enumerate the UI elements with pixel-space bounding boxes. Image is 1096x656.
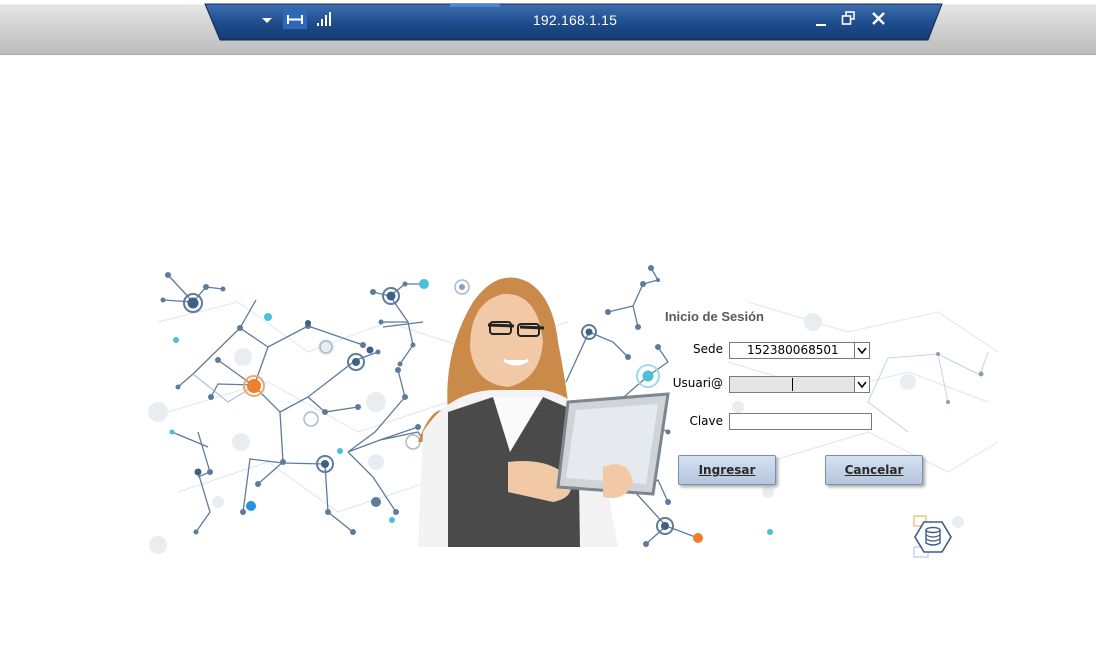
minimize-icon[interactable] xyxy=(814,9,830,29)
login-title: Inicio de Sesión xyxy=(665,309,764,324)
connection-bar: 192.168.1.15 xyxy=(0,0,1096,42)
sede-label: Sede xyxy=(693,342,723,356)
ingresar-button-label: Ingresar xyxy=(698,463,756,477)
sede-value: 152380068501 xyxy=(747,343,839,357)
restore-icon[interactable] xyxy=(840,9,858,29)
ingresar-button[interactable]: Ingresar xyxy=(678,455,776,485)
login-panel: Inicio de Sesión Sede 152380068501 Usuar… xyxy=(148,262,1003,562)
usuario-dropdown-button[interactable] xyxy=(854,377,869,392)
dropdown-arrow-icon[interactable] xyxy=(260,9,274,29)
clave-input[interactable] xyxy=(729,413,872,430)
usuario-dropdown[interactable] xyxy=(729,376,870,393)
text-cursor xyxy=(792,378,793,391)
cancelar-button[interactable]: Cancelar xyxy=(825,455,923,485)
database-hexagon-icon xyxy=(912,514,954,558)
pin-icon[interactable] xyxy=(283,9,307,29)
signal-strength-icon xyxy=(316,9,334,29)
sede-dropdown-button[interactable] xyxy=(854,343,869,358)
close-icon[interactable] xyxy=(870,9,888,29)
host-address: 192.168.1.15 xyxy=(532,12,618,28)
network-background-illustration xyxy=(148,265,999,554)
cancelar-button-label: Cancelar xyxy=(844,463,904,477)
sede-dropdown[interactable]: 152380068501 xyxy=(729,342,870,359)
clave-label: Clave xyxy=(689,414,723,428)
woman-with-tablet-photo xyxy=(418,277,670,547)
usuario-label: Usuari@ xyxy=(672,376,723,390)
